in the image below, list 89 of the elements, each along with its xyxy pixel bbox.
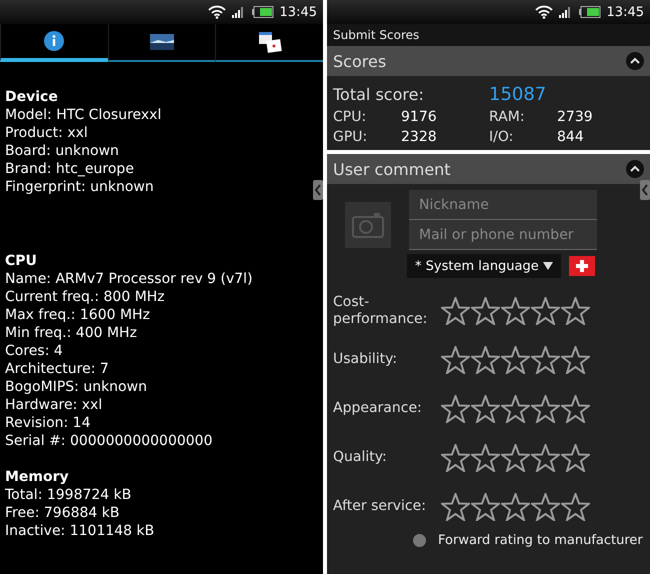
info-line: Current freq.: 800 MHz xyxy=(5,288,166,306)
forward-rating-label: Forward rating to manufacturer xyxy=(438,533,643,548)
info-line: Revision: 14 xyxy=(5,414,92,432)
rating-label: Cost-performance: xyxy=(333,294,428,328)
battery-icon xyxy=(252,6,274,18)
tab[interactable] xyxy=(215,24,324,62)
star-icon[interactable] xyxy=(531,346,560,374)
score-value: 2739 xyxy=(557,108,594,126)
star-icon[interactable] xyxy=(471,296,500,324)
battery-icon xyxy=(578,6,601,18)
wifi-icon xyxy=(534,5,553,19)
score-label: RAM: xyxy=(489,108,526,126)
cards-icon xyxy=(258,31,282,53)
rating-label: Appearance: xyxy=(333,400,423,417)
clock: 13:45 xyxy=(606,4,644,20)
star-icon[interactable] xyxy=(501,492,530,520)
star-icon[interactable] xyxy=(471,394,500,422)
section-heading: Device xyxy=(5,88,59,106)
info-line: Total: 1998724 kB xyxy=(5,486,132,504)
section-heading: CPU xyxy=(5,252,38,270)
info-line: Model: HTC Closurexxl xyxy=(5,106,162,124)
camera-icon xyxy=(352,212,384,238)
star-icon[interactable] xyxy=(501,444,530,472)
star-icon[interactable] xyxy=(561,346,590,374)
info-line: Hardware: xxl xyxy=(5,396,104,414)
total-score-value: 15087 xyxy=(489,84,548,106)
star-icon[interactable] xyxy=(561,492,590,520)
panel-title: Scores xyxy=(333,52,386,70)
info-line: Board: unknown xyxy=(5,142,120,160)
info-line: Product: xxl xyxy=(5,124,89,142)
contact-field[interactable]: Mail or phone number xyxy=(409,220,597,250)
info-line: Max freq.: 1600 MHz xyxy=(5,306,151,324)
info-line: Name: ARMv7 Processor rev 9 (v7l) xyxy=(5,270,254,288)
nickname-field[interactable]: Nickname xyxy=(409,190,597,220)
signal-icon xyxy=(232,6,246,18)
info-line: Architecture: 7 xyxy=(5,360,110,378)
star-icon[interactable] xyxy=(531,444,560,472)
star-icon[interactable] xyxy=(441,444,470,472)
info-line: Brand: htc_europe xyxy=(5,160,135,178)
score-value: 844 xyxy=(557,128,585,146)
score-label: I/O: xyxy=(489,128,514,146)
tab[interactable] xyxy=(0,24,108,62)
info-icon xyxy=(44,31,64,51)
total-score-label: Total score: xyxy=(333,84,425,106)
star-icon[interactable] xyxy=(501,394,530,422)
dropdown-arrow-icon xyxy=(543,262,553,270)
star-icon[interactable] xyxy=(531,394,560,422)
info-line: Inactive: 1101148 kB xyxy=(5,522,156,540)
star-icon[interactable] xyxy=(561,296,590,324)
rating-label: Usability: xyxy=(333,351,398,368)
star-icon[interactable] xyxy=(471,492,500,520)
rating-label: After service: xyxy=(333,498,427,515)
side-handle-icon[interactable] xyxy=(640,180,650,200)
flag-icon[interactable] xyxy=(569,256,595,276)
collapse-icon[interactable] xyxy=(626,160,644,178)
score-label: CPU: xyxy=(333,108,368,126)
language-dropdown[interactable]: * System language xyxy=(407,254,561,278)
star-icon[interactable] xyxy=(501,346,530,374)
clock: 13:45 xyxy=(280,4,317,20)
star-icon[interactable] xyxy=(561,394,590,422)
star-icon[interactable] xyxy=(441,394,470,422)
info-line: Cores: 4 xyxy=(5,342,64,360)
star-icon[interactable] xyxy=(501,296,530,324)
star-icon[interactable] xyxy=(471,444,500,472)
radio-button[interactable] xyxy=(413,534,426,547)
star-icon[interactable] xyxy=(441,492,470,520)
wifi-icon xyxy=(208,5,226,19)
info-line: BogoMIPS: unknown xyxy=(5,378,148,396)
section-heading: Memory xyxy=(5,468,70,486)
collapse-icon[interactable] xyxy=(626,52,644,70)
info-line: Free: 796884 kB xyxy=(5,504,120,522)
star-icon[interactable] xyxy=(531,296,560,324)
signal-icon xyxy=(558,6,573,18)
star-icon[interactable] xyxy=(561,444,590,472)
score-value: 9176 xyxy=(401,108,438,126)
panel-title: User comment xyxy=(333,160,451,178)
star-icon[interactable] xyxy=(531,492,560,520)
star-icon[interactable] xyxy=(471,346,500,374)
info-line: Fingerprint: unknown xyxy=(5,178,155,196)
side-handle-icon[interactable] xyxy=(313,180,323,200)
screen-title: Submit Scores xyxy=(327,24,650,46)
star-icon[interactable] xyxy=(441,346,470,374)
info-line: Min freq.: 400 MHz xyxy=(5,324,138,342)
score-value: 2328 xyxy=(401,128,438,146)
landscape-picture-icon xyxy=(150,34,174,50)
score-label: GPU: xyxy=(333,128,368,146)
rating-label: Quality: xyxy=(333,449,388,466)
star-icon[interactable] xyxy=(441,296,470,324)
info-line: Serial #: 0000000000000000 xyxy=(5,432,214,450)
